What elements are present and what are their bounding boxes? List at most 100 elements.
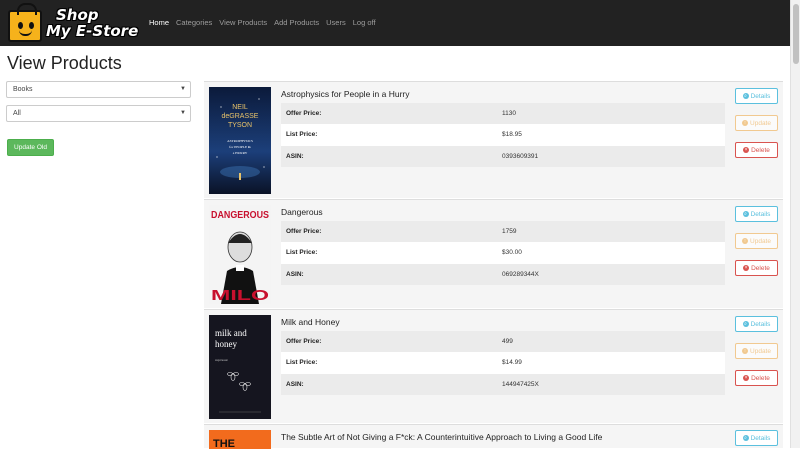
subcategory-select-value: All	[13, 110, 21, 117]
svg-text:rupi kaur: rupi kaur	[215, 358, 229, 362]
remove-icon: ×	[743, 147, 750, 153]
product-card: THE The Subtle Art of Not Giving a F*ck:…	[204, 424, 783, 449]
spec-row-offer-price: Offer Price: 499	[281, 331, 725, 353]
caret-down-icon: ▼	[180, 110, 186, 116]
details-label: Details	[750, 210, 771, 218]
store-logo[interactable]: Shop My E-Store	[6, 3, 142, 44]
details-button[interactable]: ⌕ Details	[735, 88, 778, 104]
delete-label: Delete	[751, 264, 770, 272]
update-button[interactable]: ↑ Update	[735, 233, 778, 249]
book-cover-image: NEIL deGRASSE TYSON ASTROPHYSICS for PEO…	[209, 87, 271, 194]
offer-price-value: 499	[502, 338, 513, 346]
delete-button[interactable]: × Delete	[735, 370, 778, 386]
shopping-bag-icon	[8, 3, 42, 42]
svg-text:THE: THE	[213, 438, 235, 449]
page-scrollbar[interactable]	[790, 0, 800, 448]
upload-icon: ↑	[742, 238, 749, 244]
update-label: Update	[750, 347, 771, 355]
offer-price-value: 1130	[502, 110, 516, 118]
search-icon: ⌕	[742, 321, 749, 327]
svg-text:DANGEROUS: DANGEROUS	[211, 210, 269, 221]
book-cover-image: DANGEROUS MILO	[209, 205, 271, 304]
category-select[interactable]: Books ▼	[6, 81, 191, 98]
update-label: Update	[750, 237, 771, 245]
update-button[interactable]: ↑ Update	[735, 343, 778, 359]
spec-row-offer-price: Offer Price: 1130	[281, 103, 725, 125]
details-button[interactable]: ⌕ Details	[735, 430, 778, 446]
subcategory-select[interactable]: All ▼	[6, 105, 191, 122]
product-card: DANGEROUS MILO Dangerous Offer Price: 17…	[204, 199, 783, 308]
product-specs: Offer Price: 1130 List Price: $18.95 ASI…	[281, 103, 725, 167]
spec-row-list-price: List Price: $14.99	[281, 352, 725, 374]
offer-price-label: Offer Price:	[286, 110, 322, 118]
offer-price-value: 1759	[502, 228, 517, 236]
list-price-label: List Price:	[286, 131, 318, 139]
delete-button[interactable]: × Delete	[735, 260, 778, 276]
offer-price-label: Offer Price:	[286, 228, 322, 236]
asin-value: 069289344X	[502, 270, 539, 278]
delete-label: Delete	[751, 374, 770, 382]
product-specs: Offer Price: 499 List Price: $14.99 ASIN…	[281, 331, 725, 395]
nav-add-products[interactable]: Add Products	[274, 18, 319, 27]
asin-label: ASIN:	[286, 380, 304, 388]
product-title[interactable]: Astrophysics for People in a Hurry	[281, 89, 410, 99]
nav-home[interactable]: Home	[149, 18, 169, 27]
list-price-value: $30.00	[502, 249, 522, 257]
details-button[interactable]: ⌕ Details	[735, 206, 778, 222]
svg-text:NEIL: NEIL	[232, 104, 248, 111]
nav-view-products[interactable]: View Products	[219, 18, 267, 27]
search-icon: ⌕	[742, 211, 749, 217]
spec-row-offer-price: Offer Price: 1759	[281, 221, 725, 243]
remove-icon: ×	[743, 265, 750, 271]
product-title[interactable]: Dangerous	[281, 207, 323, 217]
details-button[interactable]: ⌕ Details	[735, 316, 778, 332]
asin-label: ASIN:	[286, 152, 304, 160]
book-cover-image: THE	[209, 430, 271, 449]
svg-text:honey: honey	[215, 339, 237, 349]
svg-text:deGRASSE: deGRASSE	[222, 113, 259, 120]
details-label: Details	[750, 434, 771, 442]
search-icon: ⌕	[742, 435, 749, 441]
nav-log-off[interactable]: Log off	[353, 18, 376, 27]
spec-row-asin: ASIN: 0393609391	[281, 145, 725, 167]
asin-value: 144947425X	[502, 380, 539, 388]
product-title[interactable]: The Subtle Art of Not Giving a F*ck: A C…	[281, 432, 602, 442]
spec-row-list-price: List Price: $30.00	[281, 242, 725, 264]
svg-text:TYSON: TYSON	[228, 122, 252, 129]
spec-row-asin: ASIN: 144947425X	[281, 373, 725, 395]
spec-row-list-price: List Price: $18.95	[281, 124, 725, 146]
search-icon: ⌕	[742, 93, 749, 99]
svg-text:MILO: MILO	[211, 287, 270, 304]
product-card: milk and honey rupi kaur Milk and Honey …	[204, 309, 783, 423]
nav-categories[interactable]: Categories	[176, 18, 212, 27]
list-price-label: List Price:	[286, 249, 318, 257]
main-nav: Home Categories View Products Add Produc…	[149, 18, 376, 27]
upload-icon: ↑	[742, 120, 749, 126]
list-price-value: $18.95	[502, 131, 522, 139]
logo-text-line2: My E-Store	[46, 22, 139, 40]
nav-users[interactable]: Users	[326, 18, 346, 27]
product-card: NEIL deGRASSE TYSON ASTROPHYSICS for PEO…	[204, 81, 783, 198]
update-button[interactable]: ↑ Update	[735, 115, 778, 131]
page-title: View Products	[7, 53, 122, 73]
delete-button[interactable]: × Delete	[735, 142, 778, 158]
update-old-button[interactable]: Update Old	[7, 139, 54, 156]
asin-label: ASIN:	[286, 270, 304, 278]
svg-text:a HURRY: a HURRY	[233, 151, 248, 155]
svg-text:ASTROPHYSICS: ASTROPHYSICS	[227, 139, 253, 143]
details-label: Details	[750, 320, 771, 328]
svg-text:for PEOPLE in: for PEOPLE in	[229, 145, 251, 149]
svg-text:milk and: milk and	[215, 328, 247, 338]
product-title[interactable]: Milk and Honey	[281, 317, 340, 327]
update-label: Update	[750, 119, 771, 127]
book-cover-image: milk and honey rupi kaur	[209, 315, 271, 419]
spec-row-asin: ASIN: 069289344X	[281, 263, 725, 285]
offer-price-label: Offer Price:	[286, 338, 322, 346]
remove-icon: ×	[743, 375, 750, 381]
asin-value: 0393609391	[502, 152, 539, 160]
top-navbar: Shop My E-Store Home Categories View Pro…	[0, 0, 790, 46]
details-label: Details	[750, 92, 771, 100]
list-price-value: $14.99	[502, 359, 522, 367]
list-price-label: List Price:	[286, 359, 318, 367]
category-select-value: Books	[13, 86, 33, 93]
